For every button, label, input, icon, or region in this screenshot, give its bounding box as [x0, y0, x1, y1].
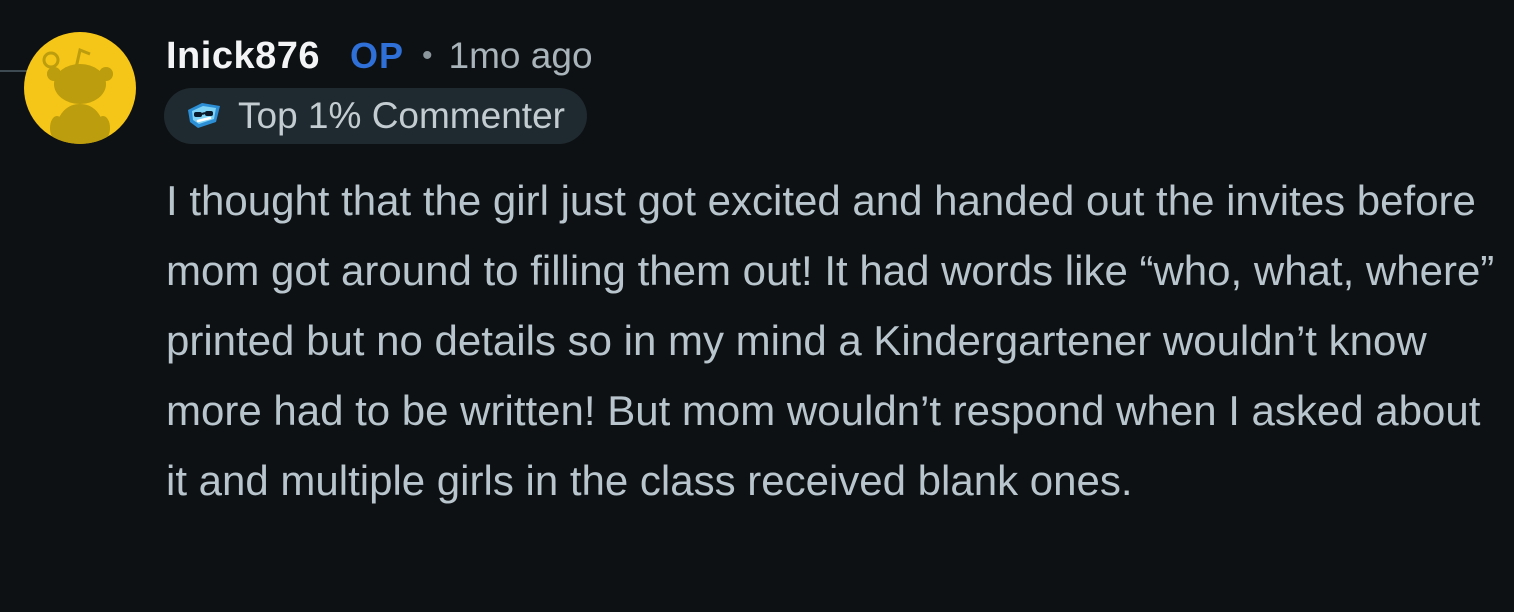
meta-separator: •	[422, 39, 433, 72]
top-commenter-icon	[182, 99, 226, 133]
flair-label: Top 1% Commenter	[238, 95, 565, 136]
username-link[interactable]: Inick876	[166, 35, 320, 78]
comment-header: Inick876 OP • 1mo ago	[166, 34, 593, 78]
snoo-avatar-icon	[42, 47, 113, 144]
op-badge: OP	[350, 35, 405, 76]
comment-body: I thought that the girl just got excited…	[166, 177, 1495, 504]
comment-timestamp[interactable]: 1mo ago	[449, 35, 593, 77]
user-avatar[interactable]	[24, 32, 136, 144]
user-flair-badge[interactable]: Top 1% Commenter	[164, 88, 587, 144]
